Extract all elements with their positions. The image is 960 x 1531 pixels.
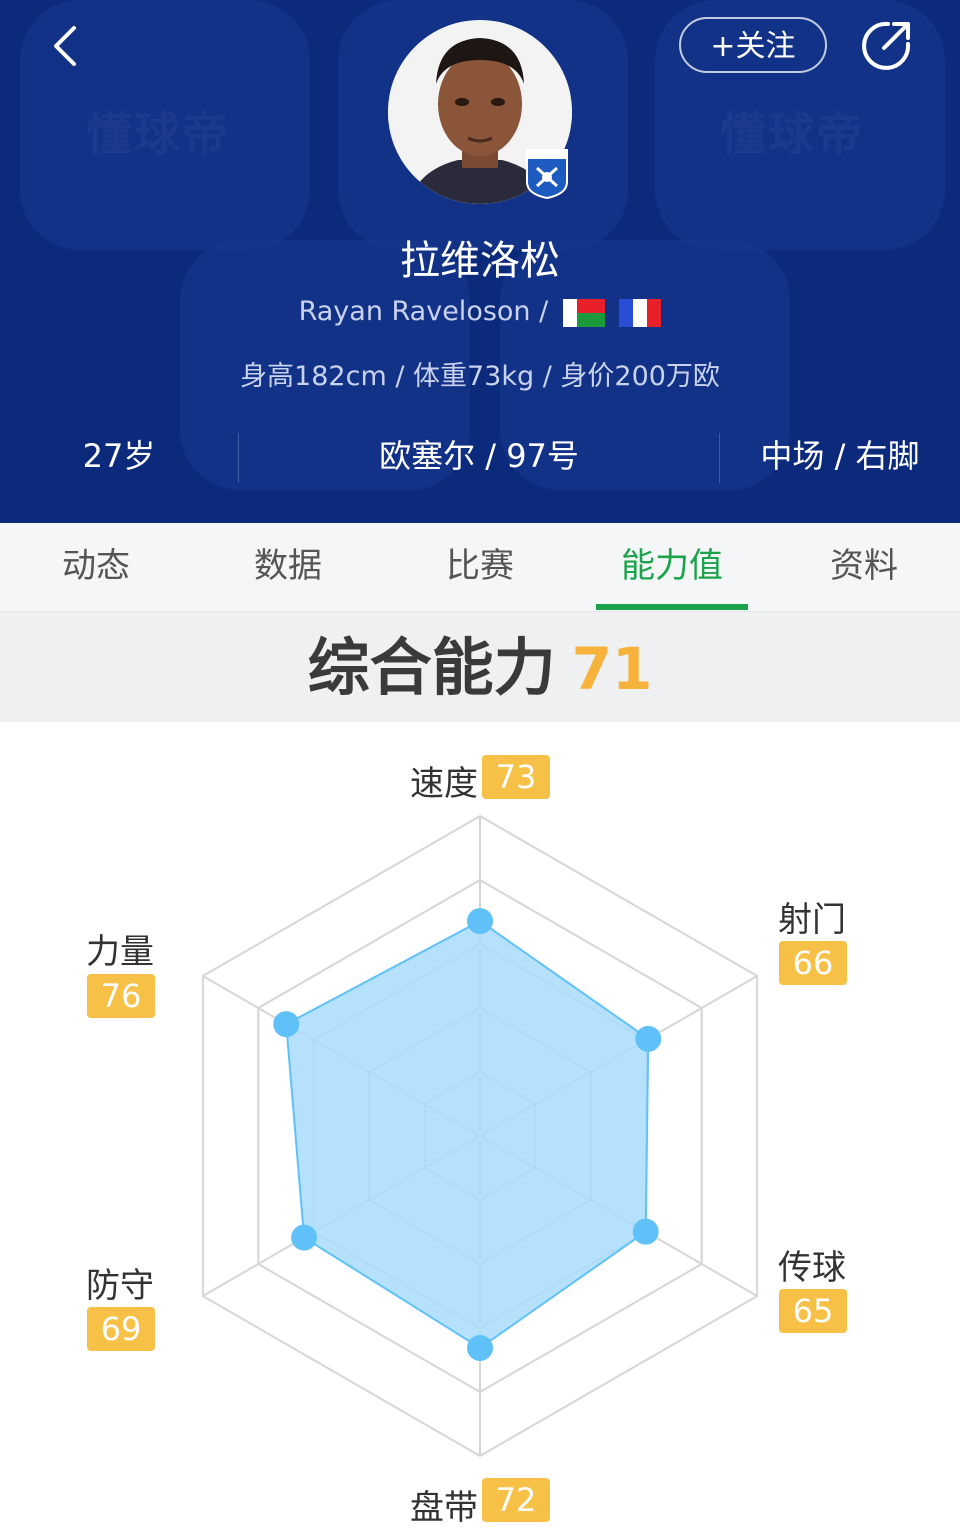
overall-value: 71 [571, 635, 653, 703]
back-arrow-icon[interactable] [46, 24, 86, 68]
radar-area [285, 919, 650, 1350]
attr-value-dribbling: 72 [482, 1478, 550, 1522]
attr-label-passing: 传球 [778, 1248, 846, 1288]
ability-radar: 速度 73 射门 66 传球 65 盘带 72 防守 69 力量 76 [0, 722, 960, 1528]
attr-value-defending: 69 [87, 1307, 155, 1351]
tab-bar: 动态 数据 比赛 能力值 资料 [0, 523, 960, 612]
radar-point-1 [635, 1025, 662, 1052]
position-foot: 中场 / 右脚 [760, 437, 920, 475]
tab-matches[interactable]: 比赛 [384, 523, 576, 611]
overall-label: 综合能力 [307, 631, 556, 704]
active-tab-indicator [596, 604, 748, 610]
tab-profile[interactable]: 资料 [768, 523, 960, 611]
tab-ability[interactable]: 能力值 [576, 523, 768, 611]
age: 27岁 [82, 437, 156, 475]
overall-rating: 综合能力 71 [0, 612, 960, 722]
attr-label-strength: 力量 [86, 932, 154, 972]
info-bar: 27岁 欧塞尔 / 97号 中场 / 右脚 [0, 425, 960, 487]
club-number[interactable]: 欧塞尔 / 97号 [239, 425, 719, 487]
player-name: 拉维洛松 [400, 238, 560, 284]
player-header: 懂球帝 懂球帝 +关注 拉维洛松 Rayan Raveloson / 身高182… [0, 0, 960, 523]
attr-label-speed: 速度 [410, 764, 478, 804]
attr-value-speed: 73 [482, 755, 550, 799]
follow-button[interactable]: +关注 [679, 17, 827, 73]
physical-info: 身高182cm / 体重73kg / 身价200万欧 [240, 361, 720, 392]
madagascar-flag-icon [562, 298, 605, 327]
attr-label-defending: 防守 [86, 1266, 154, 1306]
radar-point-4 [291, 1224, 318, 1251]
attr-label-shooting: 射门 [778, 900, 846, 940]
radar-point-2 [632, 1218, 659, 1245]
tab-feed[interactable]: 动态 [0, 523, 192, 611]
club-badge-icon [526, 149, 568, 200]
france-flag-icon [619, 298, 662, 327]
english-name: Rayan Raveloson / [298, 296, 549, 327]
attr-value-strength: 76 [87, 974, 155, 1018]
tab-stats[interactable]: 数据 [192, 523, 384, 611]
radar-point-0 [467, 908, 493, 935]
attr-value-shooting: 66 [779, 941, 847, 985]
attr-value-passing: 65 [779, 1289, 847, 1333]
radar-point-3 [467, 1334, 493, 1361]
share-icon[interactable] [858, 18, 914, 74]
radar-point-5 [273, 1011, 300, 1038]
watermark-right: 懂球帝 [720, 107, 864, 161]
watermark-left: 懂球帝 [86, 107, 230, 161]
attr-label-dribbling: 盘带 [410, 1488, 478, 1528]
radar-chart [201, 814, 759, 1458]
english-name-row: Rayan Raveloson / [0, 296, 960, 327]
